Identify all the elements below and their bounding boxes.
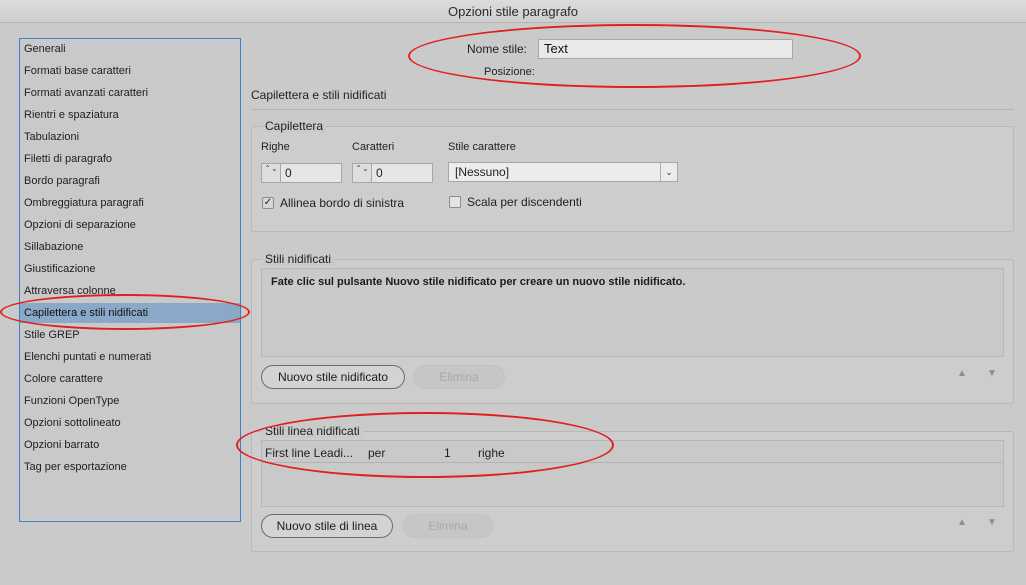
position-label: Posizione: [484,66,535,78]
sidebar-item-elenchi[interactable]: Elenchi puntati e numerati [20,347,240,367]
stili-nidificati-title: Stili nidificati [262,252,335,266]
sidebar-item-sottolineato[interactable]: Opzioni sottolineato [20,413,240,433]
sidebar-item-formati-base[interactable]: Formati base caratteri [20,61,240,81]
line-styles-list[interactable]: First line Leadi... per 1 righe [261,440,1004,507]
scala-label: Scala per discendenti [467,195,582,209]
window-title: Opzioni stile paragrafo [0,0,1026,23]
section-divider [251,109,1014,110]
style-name-input[interactable]: Text [538,39,793,59]
sidebar-item-ombreggiatura[interactable]: Ombreggiatura paragrafi [20,193,240,213]
sidebar-item-tabulazioni[interactable]: Tabulazioni [20,127,240,147]
righe-stepper-icon[interactable]: ⌃⌄ [261,163,281,183]
caratteri-stepper-icon[interactable]: ⌃⌄ [352,163,372,183]
line-move-down-icon[interactable]: ▼ [986,517,998,528]
move-up-icon[interactable]: ▲ [956,368,968,379]
sidebar-item-grep[interactable]: Stile GREP [20,325,240,345]
line-style-per: per [368,446,386,460]
scala-checkbox[interactable] [449,196,461,208]
nested-styles-hint: Fate clic sul pulsante Nuovo stile nidif… [271,276,686,288]
sidebar-item-barrato[interactable]: Opzioni barrato [20,435,240,455]
section-title: Capilettera e stili nidificati [251,88,387,102]
new-nested-style-button[interactable]: Nuovo stile nidificato [261,365,405,389]
chevron-down-icon: ⌄ [660,163,677,181]
delete-nested-style-button[interactable]: Elimina [413,365,505,389]
caratteri-input[interactable]: 0 [371,163,433,183]
allinea-checkbox[interactable]: ✓ [262,197,274,209]
sidebar-item-giustificazione[interactable]: Giustificazione [20,259,240,279]
sidebar-item-generali[interactable]: Generali [20,39,240,59]
move-down-icon[interactable]: ▼ [986,368,998,379]
sidebar-item-rientri[interactable]: Rientri e spaziatura [20,105,240,125]
table-row[interactable]: First line Leadi... per 1 righe [262,441,1003,463]
righe-input[interactable]: 0 [280,163,342,183]
new-line-style-button[interactable]: Nuovo stile di linea [261,514,393,538]
capilettera-title: Capilettera [262,119,327,133]
sidebar-item-capilettera[interactable]: Capilettera e stili nidificati [20,303,240,323]
sidebar-item-separazione[interactable]: Opzioni di separazione [20,215,240,235]
nested-styles-list[interactable]: Fate clic sul pulsante Nuovo stile nidif… [261,268,1004,357]
line-style-count: 1 [444,446,451,460]
delete-line-style-button[interactable]: Elimina [403,514,493,538]
sidebar-item-bordo[interactable]: Bordo paragrafi [20,171,240,191]
stili-linea-title: Stili linea nidificati [262,424,363,438]
sidebar-item-tag[interactable]: Tag per esportazione [20,457,240,477]
line-style-unit: righe [478,446,505,460]
line-move-up-icon[interactable]: ▲ [956,517,968,528]
sidebar-item-sillabazione[interactable]: Sillabazione [20,237,240,257]
style-name-label: Nome stile: [467,42,528,56]
sidebar-item-opentype[interactable]: Funzioni OpenType [20,391,240,411]
allinea-label: Allinea bordo di sinistra [280,196,405,210]
sidebar-item-formati-avanzati[interactable]: Formati avanzati caratteri [20,83,240,103]
sidebar-item-colore[interactable]: Colore carattere [20,369,240,389]
righe-label: Righe [261,141,290,153]
stile-carattere-value: [Nessuno] [455,165,510,179]
stile-carattere-label: Stile carattere [448,141,516,153]
caratteri-label: Caratteri [352,141,395,153]
sidebar-item-attraversa[interactable]: Attraversa colonne [20,281,240,301]
line-style-name: First line Leadi... [265,446,354,460]
sidebar-item-filetti[interactable]: Filetti di paragrafo [20,149,240,169]
stile-carattere-select[interactable]: [Nessuno] ⌄ [448,162,678,182]
sidebar: Generali Formati base caratteri Formati … [19,38,241,522]
